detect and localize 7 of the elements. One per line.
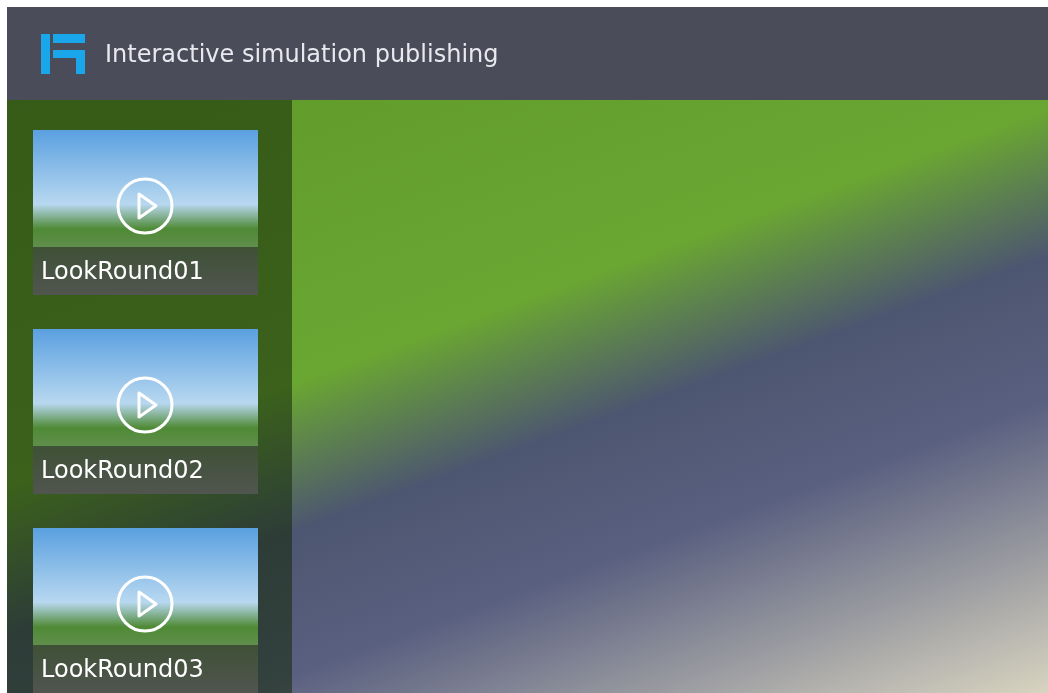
video-thumbnail[interactable]: LookRound02 xyxy=(33,329,258,494)
video-thumbnail[interactable]: LookRound01 xyxy=(33,130,258,295)
play-icon xyxy=(115,176,175,236)
app-title: Interactive simulation publishing xyxy=(105,39,499,68)
play-icon xyxy=(115,574,175,634)
play-icon xyxy=(115,375,175,435)
video-thumbnail[interactable]: LookRound03 xyxy=(33,528,258,693)
